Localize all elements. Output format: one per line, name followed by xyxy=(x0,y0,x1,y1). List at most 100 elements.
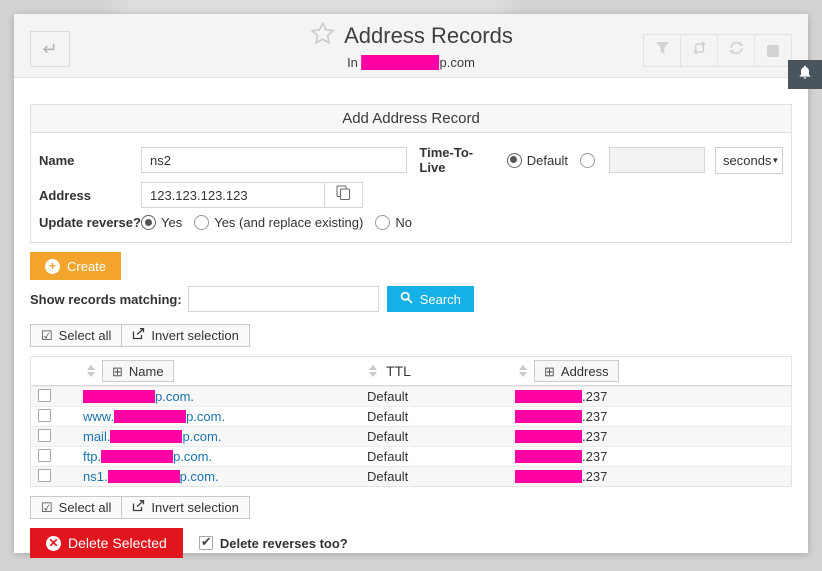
modal-content: Add Address Record Name Time-To-Live Def… xyxy=(14,104,808,558)
favorite-star-icon[interactable] xyxy=(309,20,336,52)
header-toolbar xyxy=(644,34,792,67)
select-all-button[interactable]: ☑ Select all xyxy=(30,496,122,519)
record-ttl: Default xyxy=(365,409,513,424)
select-all-button[interactable]: ☑ Select all xyxy=(30,324,122,347)
x-circle-icon: ✕ xyxy=(46,536,61,551)
delete-selected-button[interactable]: ✕ Delete Selected xyxy=(30,528,183,558)
record-name-link[interactable]: www.p.com. xyxy=(81,409,365,424)
redacted-address xyxy=(515,390,582,403)
domain-subtitle: In p.com xyxy=(309,55,513,70)
row-checkbox[interactable] xyxy=(38,409,51,422)
redacted-address xyxy=(515,430,582,443)
stop-square-icon xyxy=(767,45,779,57)
selection-controls-top: ☑ Select all Invert selection xyxy=(30,324,792,347)
redacted-address xyxy=(515,450,582,463)
record-ttl: Default xyxy=(365,429,513,444)
return-arrow-icon: ↵ xyxy=(42,39,57,59)
search-input[interactable] xyxy=(188,286,379,312)
ttl-unit-select[interactable]: seconds ▼ xyxy=(715,147,783,174)
sort-address-control[interactable] xyxy=(519,365,527,377)
notifications-tab[interactable] xyxy=(788,60,822,89)
bell-icon xyxy=(797,64,813,85)
repeat-button[interactable] xyxy=(680,34,718,67)
address-input[interactable] xyxy=(141,182,325,208)
row-checkbox[interactable] xyxy=(38,469,51,482)
record-name-link[interactable]: ftp.p.com. xyxy=(81,449,365,464)
sort-ttl-control[interactable] xyxy=(369,365,377,377)
invert-selection-button[interactable]: Invert selection xyxy=(121,496,249,519)
checked-box-icon: ☑ xyxy=(41,329,53,342)
reverse-option-yes[interactable]: Yes xyxy=(141,215,182,230)
redacted-address xyxy=(515,410,582,423)
refresh-button[interactable] xyxy=(717,34,755,67)
funnel-icon xyxy=(655,41,670,60)
table-row: ftp.p.com. Default .237 xyxy=(31,446,791,466)
address-column-button[interactable]: ⊞ Address xyxy=(534,360,619,382)
create-button[interactable]: + Create xyxy=(30,252,121,280)
record-address: .237 xyxy=(513,409,791,424)
row-checkbox[interactable] xyxy=(38,429,51,442)
paste-address-button[interactable] xyxy=(325,182,363,208)
update-reverse-label: Update reverse? xyxy=(39,215,141,230)
record-name-link[interactable]: ns1.p.com. xyxy=(81,469,365,484)
reverse-replace-radio[interactable] xyxy=(194,215,209,230)
name-label: Name xyxy=(39,153,141,168)
row-checkbox[interactable] xyxy=(38,389,51,402)
row-checkbox[interactable] xyxy=(38,449,51,462)
redacted-address xyxy=(515,470,582,483)
magnifier-icon xyxy=(400,291,413,307)
copy-pages-icon xyxy=(336,185,351,206)
background-page-strip xyxy=(0,0,822,14)
delete-reverses-label: Delete reverses too? xyxy=(220,536,348,551)
add-record-panel: Add Address Record Name Time-To-Live Def… xyxy=(30,104,792,243)
panel-title: Add Address Record xyxy=(31,105,791,133)
stop-button[interactable] xyxy=(754,34,792,67)
name-column-button[interactable]: ⊞ Name xyxy=(102,360,174,382)
table-row: www.p.com. Default .237 xyxy=(31,406,791,426)
reverse-option-replace[interactable]: Yes (and replace existing) xyxy=(194,215,363,230)
chevron-down-icon: ▼ xyxy=(771,156,779,165)
modal-header: ↵ Address Records In p.com xyxy=(14,14,808,78)
table-row: ns1.p.com. Default .237 xyxy=(31,466,791,486)
name-input[interactable] xyxy=(141,147,407,173)
box-plus-icon: ⊞ xyxy=(544,365,555,378)
redacted-name xyxy=(101,450,173,463)
reverse-option-no[interactable]: No xyxy=(375,215,412,230)
filter-button[interactable] xyxy=(643,34,681,67)
header-title-block: Address Records In p.com xyxy=(309,20,513,70)
delete-reverses-checkbox[interactable] xyxy=(199,536,213,550)
reverse-no-radio[interactable] xyxy=(375,215,390,230)
ttl-custom-radio[interactable] xyxy=(580,153,595,168)
redacted-name xyxy=(114,410,186,423)
invert-selection-button[interactable]: Invert selection xyxy=(121,324,249,347)
ttl-label: Time-To-Live xyxy=(419,145,496,175)
table-header-row: ⊞ Name TTL ⊞ Address xyxy=(31,357,791,386)
ttl-custom-input[interactable] xyxy=(609,147,705,173)
record-ttl: Default xyxy=(365,469,513,484)
ttl-default-option[interactable]: Default xyxy=(507,153,568,168)
ttl-column-header: TTL xyxy=(386,363,411,379)
repeat-arrows-icon xyxy=(691,41,708,60)
address-records-modal: ↵ Address Records In p.com xyxy=(14,14,808,553)
record-ttl: Default xyxy=(365,449,513,464)
reverse-yes-radio[interactable] xyxy=(141,215,156,230)
sort-name-control[interactable] xyxy=(87,365,95,377)
back-button[interactable]: ↵ xyxy=(30,31,70,67)
page-title: Address Records xyxy=(344,23,513,49)
delete-reverses-option[interactable]: Delete reverses too? xyxy=(199,536,348,551)
arrow-out-of-box-icon xyxy=(132,500,145,515)
search-button[interactable]: Search xyxy=(387,286,474,312)
records-table: ⊞ Name TTL ⊞ Address p xyxy=(30,356,792,487)
ttl-default-radio[interactable] xyxy=(507,153,522,168)
selection-controls-bottom: ☑ Select all Invert selection xyxy=(30,496,792,519)
ttl-unit-value: seconds xyxy=(723,153,771,168)
plus-circle-icon: + xyxy=(45,259,60,274)
refresh-icon xyxy=(729,41,744,60)
record-address: .237 xyxy=(513,389,791,404)
record-name-link[interactable]: p.com. xyxy=(81,389,365,404)
delete-controls: ✕ Delete Selected Delete reverses too? xyxy=(30,528,792,558)
record-address: .237 xyxy=(513,469,791,484)
redacted-domain xyxy=(362,55,440,70)
record-name-link[interactable]: mail.p.com. xyxy=(81,429,365,444)
redacted-name xyxy=(83,390,155,403)
